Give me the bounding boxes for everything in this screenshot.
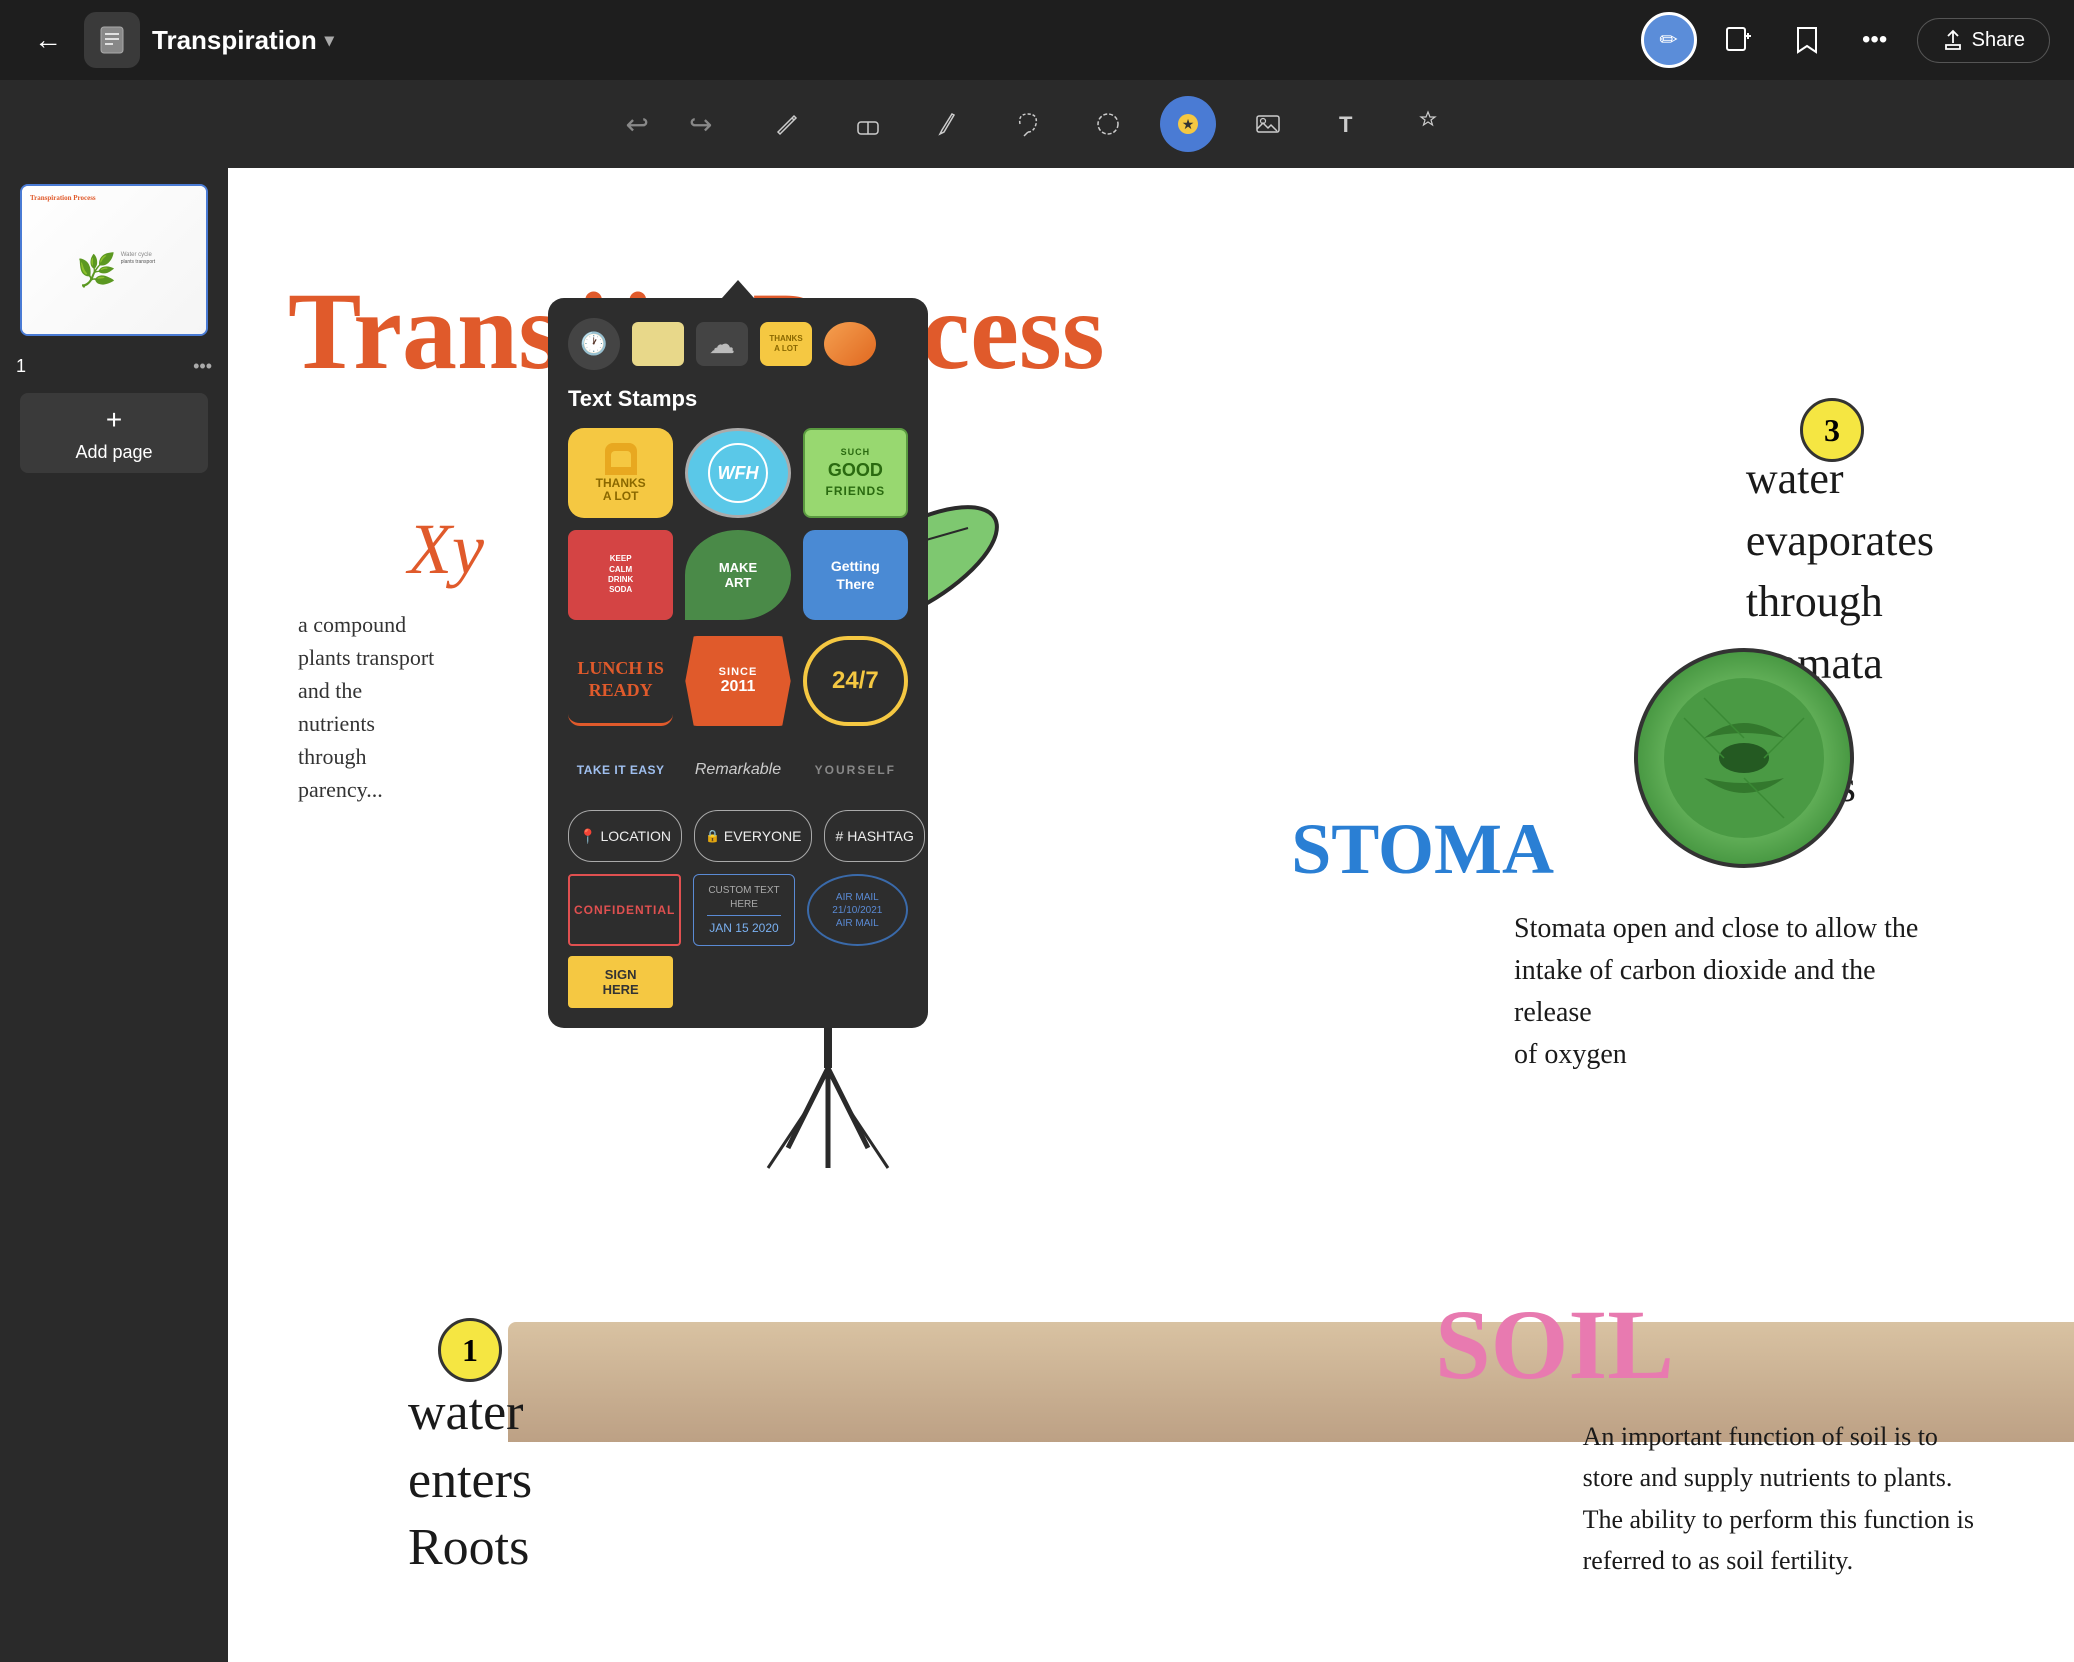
text-stickers-row: TAKE IT EASY Remarkable YOURSELF — [568, 742, 908, 798]
sticker-confidential[interactable]: CONFIDENTIAL — [568, 874, 681, 946]
avatar: ✏ — [1641, 12, 1697, 68]
sticker-remarkable[interactable]: Remarkable — [685, 742, 790, 798]
magic-tool[interactable] — [1400, 96, 1456, 152]
back-button[interactable]: ← — [24, 16, 72, 64]
doc-icon — [84, 12, 140, 68]
top-nav: ← Transpiration ▾ ✏ ••• — [0, 0, 2074, 80]
sticker-take-easy[interactable]: TAKE IT EASY — [568, 742, 673, 798]
stoma-description: Stomata open and close to allow theintak… — [1514, 908, 1954, 1076]
image-tool[interactable] — [1240, 96, 1296, 152]
tag-stickers-row: 📍 LOCATION 🔒 EVERYONE # HASHTAG — [568, 810, 908, 862]
sticker-yourself[interactable]: YOURSELF — [803, 742, 908, 798]
tab-orange[interactable] — [824, 322, 876, 366]
eraser-tool[interactable] — [840, 96, 896, 152]
sticker-hashtag[interactable]: # HASHTAG — [824, 810, 924, 862]
tab-thanks[interactable]: THANKSA LOT — [760, 322, 812, 366]
sidebar: Transpiration Process 🌿 Water cycle plan… — [0, 168, 228, 1662]
sticker-thanks-a-lot[interactable]: THANKSA LOT — [568, 428, 673, 518]
sticker-24-7[interactable]: 24/7 — [803, 636, 908, 726]
sticker-wfh[interactable]: WFH — [685, 428, 790, 518]
tab-rectangle[interactable] — [632, 322, 684, 366]
more-button[interactable]: ••• — [1849, 14, 1901, 66]
sticker-panel: 🕐 ☁ THANKSA LOT Text Stamps THANKSA LOT … — [548, 298, 928, 1028]
page-number: 1 — [16, 356, 26, 377]
share-button[interactable]: Share — [1917, 18, 2050, 63]
page-num-row: 1 ••• — [0, 352, 228, 385]
pen-tool[interactable] — [920, 96, 976, 152]
tab-recent[interactable]: 🕐 — [568, 318, 620, 370]
bookmark-button[interactable] — [1781, 14, 1833, 66]
sticker-make-art[interactable]: MAKE ART — [685, 530, 790, 620]
svg-text:★: ★ — [1182, 116, 1195, 132]
nav-right-actions: ✏ ••• Share — [1641, 12, 2050, 68]
redo-button[interactable]: ↪ — [681, 100, 720, 149]
sticker-tool[interactable]: ★ — [1160, 96, 1216, 152]
page-thumb-image: Transpiration Process 🌿 Water cycle plan… — [22, 186, 206, 334]
canvas: ion Process Transpirat Xy a compoundplan… — [228, 168, 2074, 1662]
panel-arrow — [722, 280, 754, 298]
tab-cloud[interactable]: ☁ — [696, 322, 748, 366]
stoma-title: STOMA — [1291, 808, 1554, 891]
sticker-lunch-ready[interactable]: LUNCH ISREADY — [568, 636, 673, 726]
number-1: 1 — [438, 1318, 502, 1382]
sticker-location[interactable]: 📍 LOCATION — [568, 810, 682, 862]
page-thumbnail[interactable]: Transpiration Process 🌿 Water cycle plan… — [20, 184, 208, 336]
main-content: ion Process Transpirat Xy a compoundplan… — [228, 168, 2074, 1662]
undo-redo-group: ↩ ↪ — [618, 100, 721, 149]
text-tool[interactable]: T — [1320, 96, 1376, 152]
soil-description: An important function of soil is tostore… — [1583, 1416, 1974, 1582]
add-page-nav-button[interactable] — [1713, 14, 1765, 66]
last-sticker-row: SIGNHERE — [568, 956, 908, 1008]
sticker-category-tabs: 🕐 ☁ THANKSA LOT — [568, 318, 908, 370]
sticker-grid: THANKSA LOT WFH SUCH GOOD FRIENDS KEEP C… — [568, 428, 908, 620]
sticker-good-friends[interactable]: SUCH GOOD FRIENDS — [803, 428, 908, 518]
xy-subtext: a compoundplants transportand thenutrien… — [298, 608, 434, 806]
undo-button[interactable]: ↩ — [618, 100, 657, 149]
doc-title[interactable]: Transpiration ▾ — [152, 25, 334, 56]
sticker-keep-calm[interactable]: KEEP CALM DRINK SODA — [568, 530, 673, 620]
selection-tool[interactable] — [1080, 96, 1136, 152]
bottom-stickers-row: CONFIDENTIAL CUSTOM TEXT HERE JAN 15 202… — [568, 874, 908, 946]
sticker-section-title: Text Stamps — [568, 386, 908, 412]
lasso-tool[interactable] — [1000, 96, 1056, 152]
sticker-everyone[interactable]: 🔒 EVERYONE — [694, 810, 813, 862]
toolbar: ↩ ↪ ★ — [0, 80, 2074, 168]
pencil-tool[interactable] — [760, 96, 816, 152]
xy-text: Xy — [408, 508, 484, 591]
sticker-air-mail[interactable]: AIR MAIL 21/10/2021 AIR MAIL — [807, 874, 908, 946]
soil-title: SOIL — [1435, 1287, 1674, 1402]
add-page-button[interactable]: + Add page — [20, 393, 208, 473]
water-enters-text: waterentersRoots — [408, 1379, 532, 1582]
sticker-getting-there[interactable]: GettingThere — [803, 530, 908, 620]
page-more-icon[interactable]: ••• — [193, 356, 212, 377]
svg-text:T: T — [1339, 112, 1353, 137]
sticker-grid-row2: LUNCH ISREADY SINCE 2011 24/7 — [568, 636, 908, 726]
sticker-custom-date[interactable]: CUSTOM TEXT HERE JAN 15 2020 — [693, 874, 794, 946]
sticker-sign-here[interactable]: SIGNHERE — [568, 956, 673, 1008]
sticker-since-2011[interactable]: SINCE 2011 — [685, 636, 790, 726]
stoma-circle — [1634, 648, 1854, 868]
